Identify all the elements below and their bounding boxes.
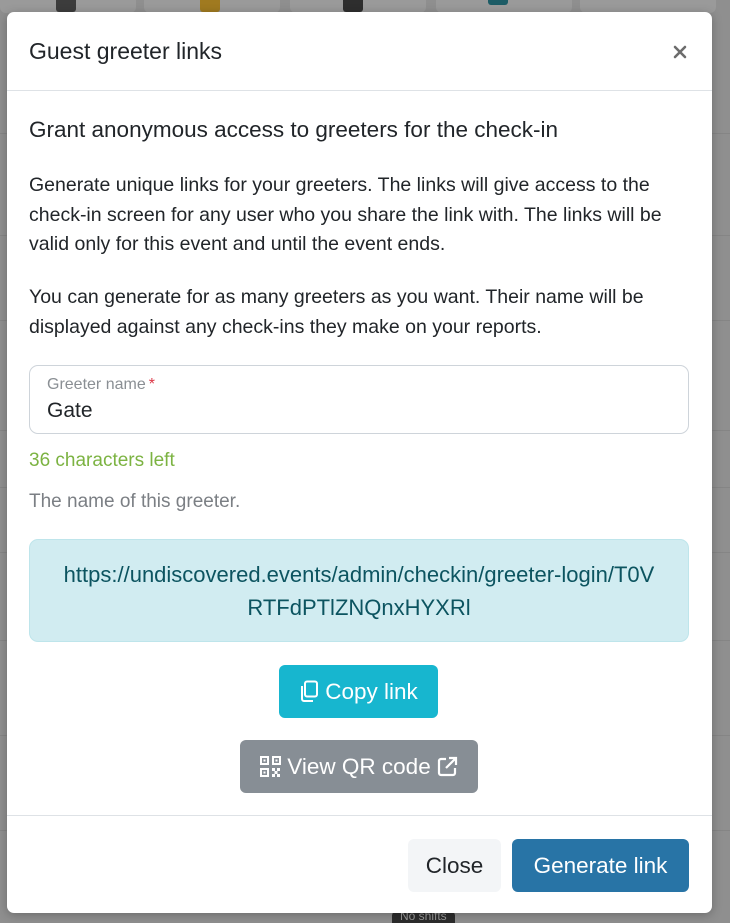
required-indicator: * [148,376,155,393]
section-heading: Grant anonymous access to greeters for t… [29,117,559,142]
copy-link-button[interactable]: Copy link [279,665,438,718]
copy-link-label: Copy link [325,678,418,704]
modal-header: Guest greeter links [7,12,712,91]
background-icon [488,0,508,5]
characters-left-counter: 36 characters left [29,450,175,471]
view-qr-code-label: View QR code [287,753,431,779]
background-icon [56,0,76,12]
generate-link-button[interactable]: Generate link [512,839,689,892]
description-paragraph: Generate unique links for your greeters.… [29,174,662,255]
view-qr-code-button[interactable]: View QR code [240,740,478,793]
greeter-name-field[interactable]: Greeter name * [29,365,689,434]
generated-link[interactable]: https://undiscovered.events/admin/checki… [60,558,658,624]
copy-icon [301,680,319,702]
description-paragraph: You can generate for as many greeters as… [29,286,644,338]
qr-code-icon [260,756,282,777]
greeter-name-input[interactable] [47,399,667,423]
greeter-name-label-text: Greeter name [47,376,146,393]
close-icon[interactable] [670,42,690,62]
field-hint: The name of this greeter. [29,491,241,512]
generated-link-box: https://undiscovered.events/admin/checki… [29,539,689,642]
background-icon [343,0,363,12]
guest-greeter-modal: Guest greeter links Grant anonymous acce… [7,12,712,913]
close-button[interactable]: Close [408,839,501,892]
external-link-icon [437,756,457,777]
greeter-name-label: Greeter name * [47,376,155,394]
modal-footer: Close Generate link [7,815,712,913]
modal-title: Guest greeter links [29,38,223,64]
background-icon [200,0,220,12]
